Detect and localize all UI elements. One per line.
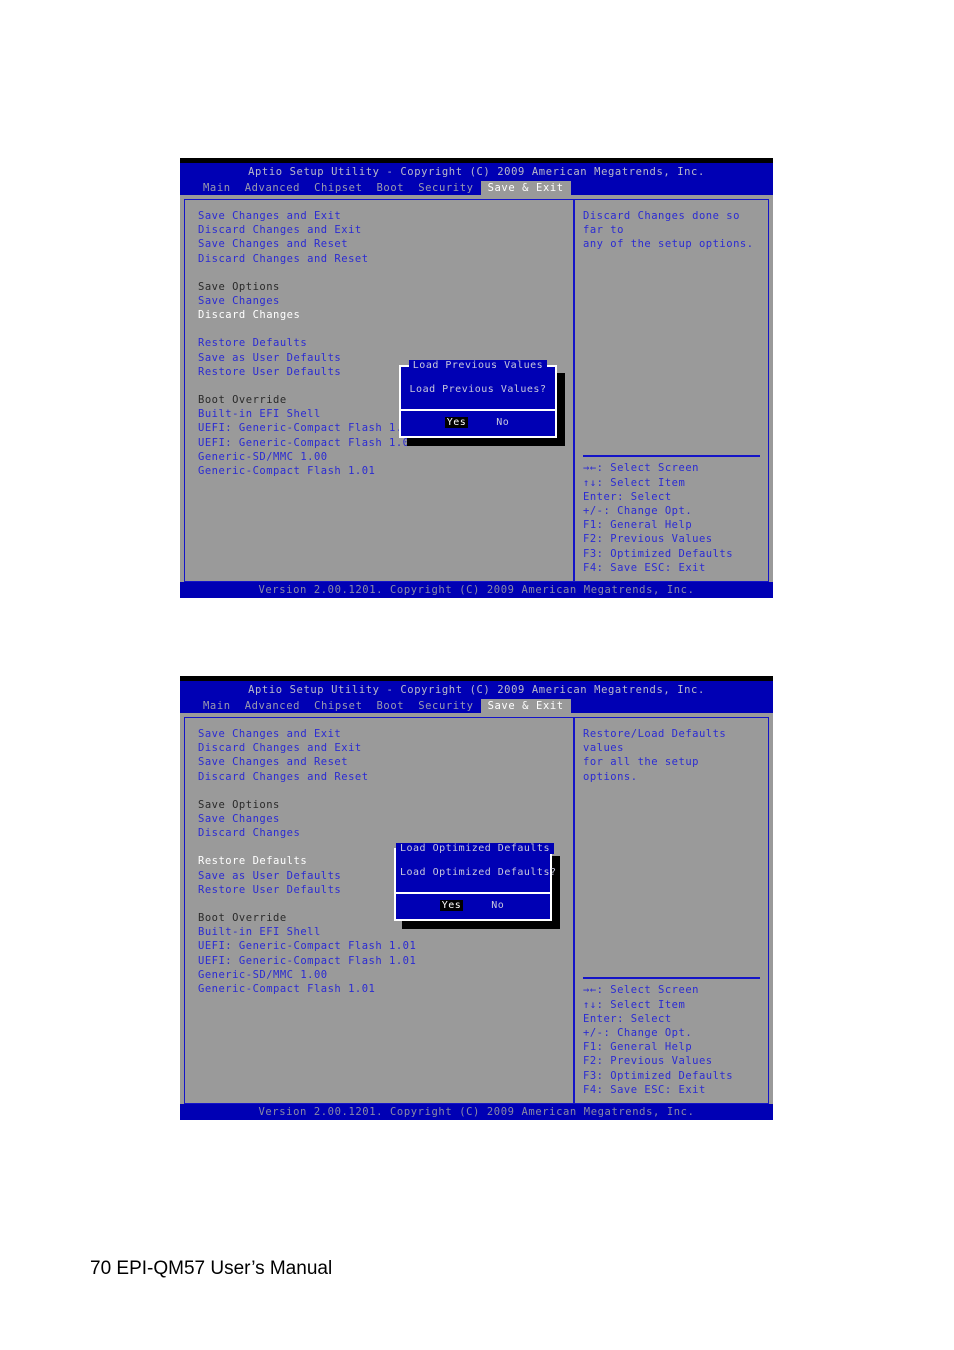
menu-item[interactable]: UEFI: Generic-Compact Flash 1.01 — [198, 939, 573, 953]
menu-item[interactable]: Save Changes and Exit — [198, 727, 573, 741]
load-previous-values-dialog[interactable]: Load Previous Values Load Previous Value… — [399, 360, 565, 446]
dialog-frame: Load Previous Values Load Previous Value… — [399, 360, 557, 438]
menu-item[interactable]: Save Changes — [198, 812, 573, 826]
dialog-message-1: Load Previous Values? — [409, 384, 547, 395]
bios-body-2: Save Changes and Exit Discard Changes and… — [180, 713, 773, 1104]
dialog-message-2: Load Optimized Defaults? — [400, 867, 557, 878]
menu-item[interactable]: Generic-SD/MMC 1.00 — [198, 450, 573, 464]
menu-item[interactable]: Save Changes — [198, 294, 573, 308]
help-line: any of the setup options. — [583, 238, 754, 251]
help-line: Discard Changes done so far to — [583, 210, 740, 237]
dialog-no-button-2[interactable]: No — [489, 900, 506, 911]
bios-version-footer-2: Version 2.00.1201. Copyright (C) 2009 Am… — [180, 1104, 773, 1120]
menu-section-header: Save Options — [198, 798, 280, 811]
help-key-line: F2: Previous Values — [583, 1055, 713, 1068]
menu-item[interactable]: Save Changes and Reset — [198, 237, 573, 251]
menu-item[interactable]: Generic-Compact Flash 1.01 — [198, 464, 573, 478]
menu-item[interactable]: Discard Changes and Exit — [198, 741, 573, 755]
tab-save-exit[interactable]: Save & Exit — [480, 698, 571, 713]
menu-section-header: Save Options — [198, 280, 280, 293]
dialog-buttons-2: Yes No — [396, 894, 550, 919]
tab-security[interactable]: Security — [411, 181, 480, 195]
tab-save-exit[interactable]: Save & Exit — [480, 180, 571, 195]
help-description-1: Discard Changes done so far to any of the… — [583, 209, 760, 252]
help-key-line: →←: Select Screen — [583, 984, 699, 997]
help-key-line: +/-: Change Opt. — [583, 504, 693, 517]
menu-item[interactable]: Generic-SD/MMC 1.00 — [198, 968, 573, 982]
menu-item[interactable]: Discard Changes and Reset — [198, 770, 573, 784]
help-key-line: F4: Save ESC: Exit — [583, 561, 706, 574]
bios-screenshot-2: Aptio Setup Utility - Copyright (C) 2009… — [180, 676, 773, 1120]
help-key-line: F4: Save ESC: Exit — [583, 1083, 706, 1096]
menu-item[interactable]: Discard Changes and Exit — [198, 223, 573, 237]
help-rule — [583, 455, 760, 458]
dialog-title-2: Load Optimized Defaults — [396, 843, 554, 854]
help-key-line: ↑↓: Select Item — [583, 476, 686, 489]
help-line: Restore/Load Defaults values — [583, 728, 727, 755]
menu-item[interactable]: Restore Defaults — [198, 336, 573, 350]
help-description-2: Restore/Load Defaults values for all the … — [583, 727, 760, 784]
dialog-yes-button-1[interactable]: Yes — [444, 417, 469, 428]
bios-menu-bar-1: Main Advanced Chipset Boot Security Save & Ex… — [180, 180, 773, 195]
tab-advanced[interactable]: Advanced — [238, 181, 307, 195]
menu-item[interactable]: Discard Changes — [198, 826, 573, 840]
menu-item[interactable]: Generic-Compact Flash 1.01 — [198, 982, 573, 996]
bios-help-pane-1: Discard Changes done so far to any of the… — [575, 200, 768, 581]
menu-item[interactable]: Discard Changes and Reset — [198, 252, 573, 266]
help-key-line: ↑↓: Select Item — [583, 998, 686, 1011]
menu-item[interactable]: Save Changes and Reset — [198, 755, 573, 769]
bios-screenshot-1: Aptio Setup Utility - Copyright (C) 2009… — [180, 158, 773, 598]
tab-boot[interactable]: Boot — [370, 181, 412, 195]
bios-help-pane-2: Restore/Load Defaults values for all the … — [575, 718, 768, 1103]
bios-body-1: Save Changes and Exit Discard Changes and… — [180, 195, 773, 582]
page-footer: 70 EPI-QM57 User’s Manual — [90, 1258, 333, 1279]
tab-chipset[interactable]: Chipset — [307, 699, 369, 713]
dialog-frame: Load Optimized Defaults Load Optimized D… — [394, 843, 557, 921]
help-spacer — [583, 784, 760, 978]
help-key-line: +/-: Change Opt. — [583, 1026, 693, 1039]
bios-title-bar-2: Aptio Setup Utility - Copyright (C) 2009… — [180, 681, 773, 698]
dialog-title-1: Load Previous Values — [401, 360, 555, 371]
dialog-yes-button-2[interactable]: Yes — [439, 900, 464, 911]
tab-chipset[interactable]: Chipset — [307, 181, 369, 195]
tab-security[interactable]: Security — [411, 699, 480, 713]
help-key-line: F1: General Help — [583, 1041, 693, 1054]
help-key-line: Enter: Select — [583, 1012, 672, 1025]
help-rule — [583, 977, 760, 980]
menu-item[interactable]: Save Changes and Exit — [198, 209, 573, 223]
help-key-line: F1: General Help — [583, 519, 693, 532]
tab-main[interactable]: Main — [196, 699, 238, 713]
help-key-line: F2: Previous Values — [583, 533, 713, 546]
load-optimized-defaults-dialog[interactable]: Load Optimized Defaults Load Optimized D… — [394, 843, 560, 929]
help-key-line: F3: Optimized Defaults — [583, 1069, 734, 1082]
menu-item[interactable]: UEFI: Generic-Compact Flash 1.01 — [198, 954, 573, 968]
bios-menu-bar-2: Main Advanced Chipset Boot Security Save & Ex… — [180, 698, 773, 713]
help-keys-2: →←: Select Screen ↑↓: Select Item Enter: S… — [583, 983, 760, 1103]
bios-title-bar-1: Aptio Setup Utility - Copyright (C) 2009… — [180, 163, 773, 180]
menu-spacer — [198, 266, 573, 280]
menu-spacer — [198, 322, 573, 336]
help-key-line: Enter: Select — [583, 490, 672, 503]
help-spacer — [583, 252, 760, 456]
menu-spacer — [198, 784, 573, 798]
tab-advanced[interactable]: Advanced — [238, 699, 307, 713]
help-keys-1: →←: Select Screen ↑↓: Select Item Enter: S… — [583, 461, 760, 581]
help-line: for all the setup options. — [583, 756, 699, 783]
tab-main[interactable]: Main — [196, 181, 238, 195]
dialog-no-button-1[interactable]: No — [494, 417, 511, 428]
menu-item[interactable]: Discard Changes — [198, 308, 573, 322]
help-key-line: F3: Optimized Defaults — [583, 547, 734, 560]
dialog-buttons-1: Yes No — [401, 411, 555, 436]
help-key-line: →←: Select Screen — [583, 462, 699, 475]
tab-boot[interactable]: Boot — [370, 699, 412, 713]
bios-version-footer-1: Version 2.00.1201. Copyright (C) 2009 Am… — [180, 582, 773, 598]
